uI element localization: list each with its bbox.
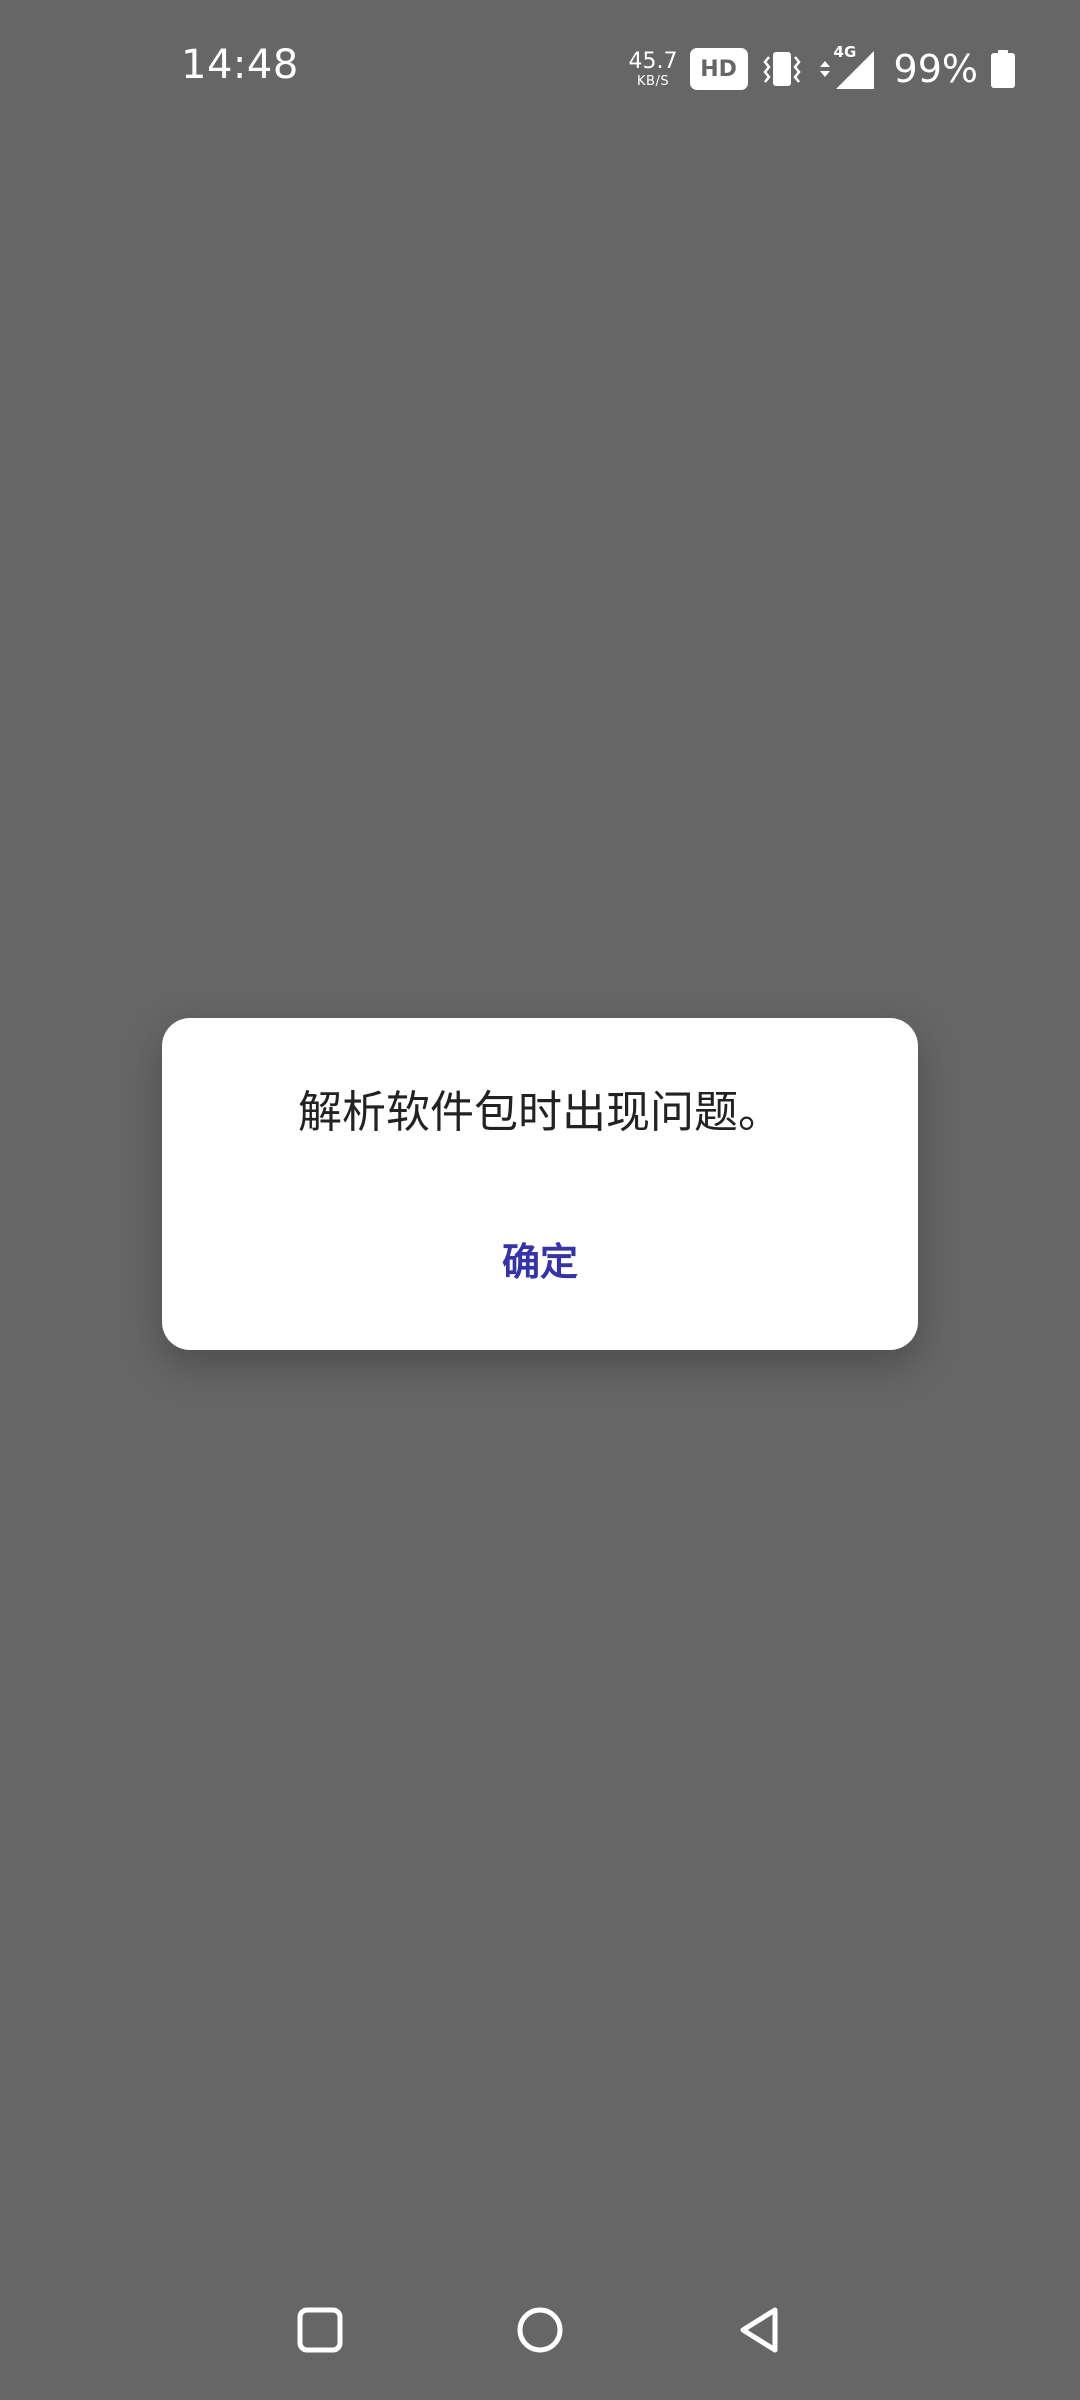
home-icon [517,2307,563,2353]
network-speed: 45.7 KB/S [628,48,678,89]
network-speed-value: 45.7 [628,48,678,74]
status-bar: 14:48 45.7 KB/S HD 4G 99% [0,0,1080,130]
home-button[interactable] [490,2280,590,2380]
vibrate-icon [760,49,804,89]
navigation-bar [0,2280,1080,2390]
network-speed-unit: KB/S [637,73,670,89]
recents-button[interactable] [270,2280,370,2380]
clock: 14:48 [181,42,299,88]
hd-badge: HD [689,48,748,90]
battery-percent: 99% [893,47,978,91]
ok-button[interactable]: 确定 [462,1218,618,1298]
dialog-message: 解析软件包时出现问题。 [298,1087,782,1138]
battery-icon [990,49,1016,89]
recents-icon [297,2307,343,2353]
alert-dialog: 解析软件包时出现问题。 确定 [162,1018,918,1350]
back-button[interactable] [710,2280,810,2380]
mobile-signal-icon: 4G [816,43,878,91]
back-icon [740,2307,778,2353]
status-icons: 45.7 KB/S HD 4G 99% [628,43,1016,94]
network-type-label: 4G [833,43,857,61]
